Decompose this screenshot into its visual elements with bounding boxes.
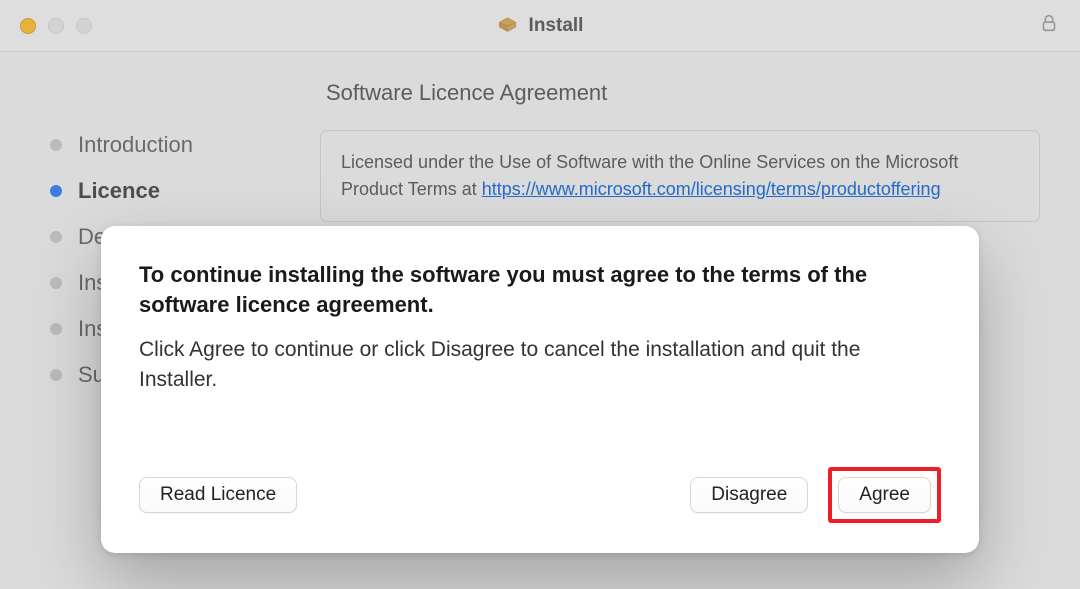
step-bullet-icon	[50, 369, 62, 381]
licence-agreement-dialog: To continue installing the software you …	[101, 226, 979, 553]
step-bullet-icon	[50, 323, 62, 335]
step-bullet-icon	[50, 185, 62, 197]
dialog-heading: To continue installing the software you …	[139, 260, 941, 319]
window-title-area: Install	[497, 15, 584, 37]
step-bullet-icon	[50, 277, 62, 289]
dialog-button-row: Read Licence Disagree Agree	[139, 467, 941, 523]
package-icon	[497, 15, 519, 37]
step-bullet-icon	[50, 139, 62, 151]
dialog-body-text: Click Agree to continue or click Disagre…	[139, 335, 941, 394]
content-title: Software Licence Agreement	[326, 80, 1040, 106]
window-minimize-button[interactable]	[48, 18, 64, 34]
sidebar-item-introduction: Introduction	[50, 132, 320, 158]
sidebar-item-label: Introduction	[78, 132, 193, 158]
window-close-button[interactable]	[20, 18, 36, 34]
window-zoom-button[interactable]	[76, 18, 92, 34]
licence-url-link[interactable]: https://www.microsoft.com/licensing/term…	[482, 179, 941, 199]
window-title: Install	[529, 15, 584, 37]
disagree-button[interactable]: Disagree	[690, 477, 808, 513]
window-controls	[20, 18, 92, 34]
licence-text-box: Licensed under the Use of Software with …	[320, 130, 1040, 222]
read-licence-button[interactable]: Read Licence	[139, 477, 297, 513]
sidebar-item-licence: Licence	[50, 178, 320, 204]
agree-button[interactable]: Agree	[838, 477, 931, 513]
lock-icon[interactable]	[1038, 12, 1060, 39]
title-bar: Install	[0, 0, 1080, 52]
sidebar-item-label: Licence	[78, 178, 160, 204]
step-bullet-icon	[50, 231, 62, 243]
agree-button-highlight: Agree	[828, 467, 941, 523]
